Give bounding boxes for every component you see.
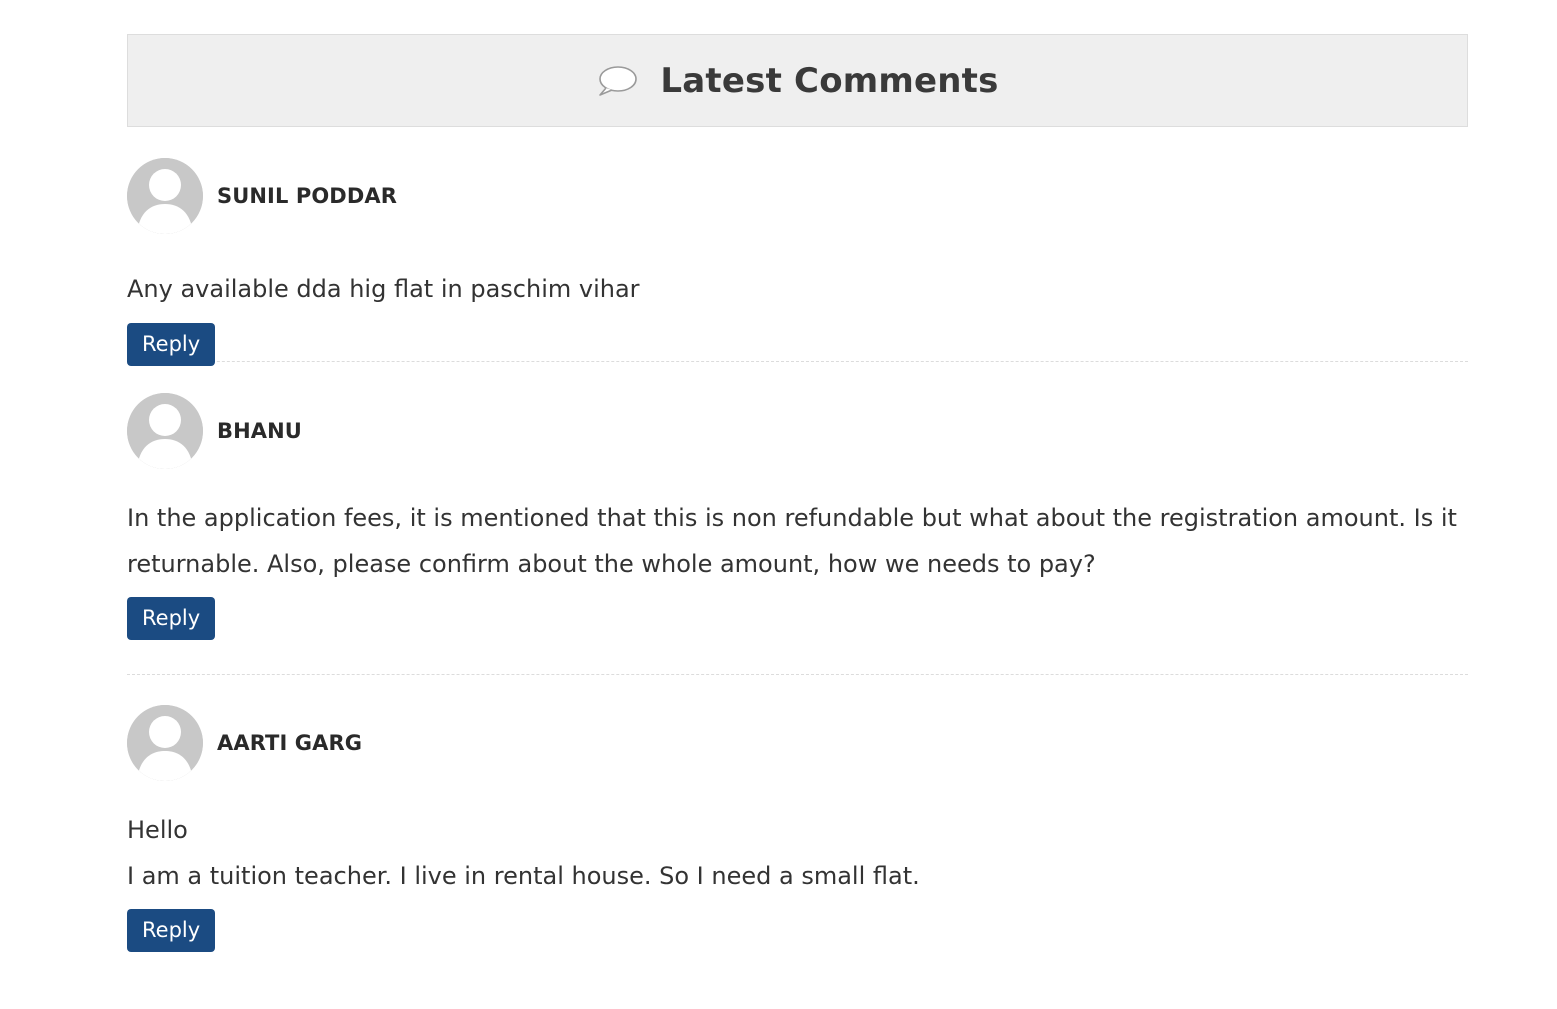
avatar xyxy=(127,158,203,234)
comments-header: Latest Comments xyxy=(127,34,1468,127)
comment-header: AARTI GARG xyxy=(127,705,1468,781)
user-silhouette-icon xyxy=(127,393,203,469)
comment-author: BHANU xyxy=(217,419,302,443)
comment-header: BHANU xyxy=(127,393,1468,469)
reply-button[interactable]: Reply xyxy=(127,909,216,952)
avatar xyxy=(127,393,203,469)
comment-text: In the application fees, it is mentioned… xyxy=(127,504,1457,578)
comment-item: SUNIL PODDAR Any available dda hig flat … xyxy=(127,127,1468,366)
speech-bubble-icon xyxy=(596,63,638,99)
comment-author: AARTI GARG xyxy=(217,731,363,755)
comment-header: SUNIL PODDAR xyxy=(127,158,1468,234)
reply-button[interactable]: Reply xyxy=(127,597,216,640)
comment-author: SUNIL PODDAR xyxy=(217,184,397,208)
comment-text-line: Hello xyxy=(127,816,188,844)
comment-text-line: I am a tuition teacher. I live in rental… xyxy=(127,862,920,890)
comment-text: Hello I am a tuition teacher. I live in r… xyxy=(127,807,1468,899)
comment-item: AARTI GARG Hello I am a tuition teacher. … xyxy=(127,675,1468,965)
user-silhouette-icon xyxy=(127,158,203,234)
avatar xyxy=(127,705,203,781)
comment-text: Any available dda hig flat in paschim vi… xyxy=(127,275,640,303)
comment-item: BHANU In the application fees, it is men… xyxy=(127,362,1468,675)
latest-comments-section: Latest Comments SUNIL PODDAR Any availab… xyxy=(127,34,1468,965)
reply-button[interactable]: Reply xyxy=(127,323,216,366)
page-title: Latest Comments xyxy=(660,60,999,101)
user-silhouette-icon xyxy=(127,705,203,781)
